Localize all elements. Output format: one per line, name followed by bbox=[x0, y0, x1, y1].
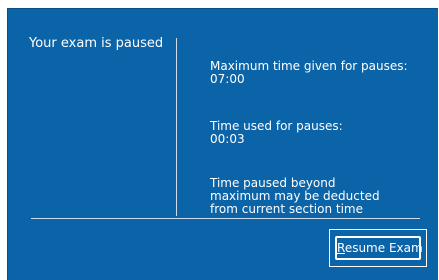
resume-exam-button-face[interactable]: Resume Exam bbox=[335, 236, 423, 260]
max-pause-time-section: Maximum time given for pauses: 07:00 bbox=[210, 60, 408, 86]
time-used-value: 00:03 bbox=[210, 132, 245, 146]
resume-exam-label: esume Exam bbox=[344, 241, 423, 255]
time-used-section: Time used for pauses: 00:03 bbox=[210, 120, 343, 146]
max-pause-time-value: 07:00 bbox=[210, 72, 245, 86]
deduction-warning: Time paused beyond maximum may be deduct… bbox=[210, 177, 380, 216]
paused-status-title: Your exam is paused bbox=[29, 36, 164, 51]
horizontal-divider bbox=[31, 218, 420, 219]
vertical-divider bbox=[176, 38, 177, 216]
deduction-warning-line-3: from current section time bbox=[210, 202, 363, 216]
resume-exam-button[interactable]: Resume Exam bbox=[329, 229, 427, 267]
resume-exam-mnemonic: R bbox=[337, 241, 345, 255]
exam-pause-window: Your exam is paused Maximum time given f… bbox=[0, 0, 439, 280]
